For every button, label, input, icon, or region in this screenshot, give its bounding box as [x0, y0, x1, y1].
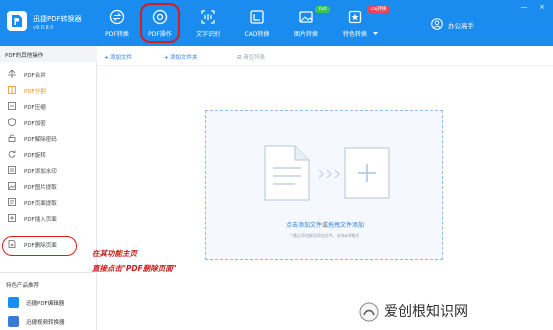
user-avatar-icon[interactable] [431, 18, 443, 30]
top-bar: 迅捷PDF转换器 v9.0.8.0 PDF转换 PDF操作 文字识别 CAD转换… [0, 0, 553, 46]
watermark-text: 爱创根知识网 [384, 304, 468, 320]
file-toolbar: +添加文件 +添加文件夹 ⊡清空列表 [97, 46, 553, 66]
video-converter-icon [8, 316, 19, 327]
sidebar-item-label: PDF合并 [24, 73, 46, 79]
nav-pdf-convert[interactable]: PDF转换 [94, 0, 140, 46]
sidebar-item-label: PDF图片提取 [24, 185, 57, 191]
sidebar-item-pdf-compress[interactable]: PDF压缩 [0, 98, 97, 114]
convert-icon [109, 9, 125, 25]
hot-badge: hot [315, 6, 331, 13]
sidebar-item-pdf-insert-page[interactable]: PDF插入页面 [0, 210, 97, 226]
drag-add-text: 拖拽文件添加 [328, 222, 365, 229]
sidebar-item-pdf-encrypt[interactable]: PDF加密 [0, 114, 97, 130]
watermark-icon [8, 166, 16, 174]
page-extract-icon [8, 198, 16, 206]
close-button[interactable]: × [537, 3, 547, 11]
file-transfer-illustration [264, 145, 390, 201]
recommend-item-video-converter[interactable]: 迅捷视频转换器 [0, 313, 97, 329]
feature-icon [348, 10, 362, 24]
clear-list-label: 清空列表 [243, 55, 266, 61]
cad-icon [250, 10, 264, 24]
sidebar-item-label: PDF压缩 [24, 105, 46, 111]
drop-zone-main-text: 点击添加文件或拖拽文件添加 [206, 220, 444, 229]
click-add-link[interactable]: 点击添加文件 [286, 222, 322, 229]
sidebar: PDF的其他操作 PDF合并 PDF分割 PDF压缩 PDF加密 PDF解除密码… [0, 46, 97, 330]
add-folder-label: 添加文件夹 [170, 55, 198, 61]
rotate-icon [8, 150, 16, 158]
sidebar-item-pdf-split[interactable]: PDF分割 [0, 82, 97, 98]
nav-label: 特色转换 [342, 31, 367, 38]
lock-icon [8, 118, 16, 126]
insert-page-icon [8, 214, 16, 222]
annotation-line-1: 在其功能主页 [92, 249, 137, 258]
sidebar-item-pdf-unlock[interactable]: PDF解除密码 [0, 130, 97, 146]
file-drop-zone[interactable]: 点击添加文件或拖拽文件添加 *通过添加按钮添加文件，支持pdf格式 [205, 110, 443, 260]
caj-badge: caj转换 [367, 6, 391, 13]
merge-icon [8, 70, 16, 78]
add-file-button[interactable]: +添加文件 [104, 53, 132, 61]
sidebar-item-pdf-rotate[interactable]: PDF旋转 [0, 146, 97, 162]
nav-cad[interactable]: CAD转换 [234, 0, 280, 46]
nav-ocr[interactable]: 文字识别 [185, 0, 231, 46]
add-folder-button[interactable]: +添加文件夹 [164, 53, 198, 61]
sidebar-item-pdf-page-extract[interactable]: PDF页面提取 [0, 194, 97, 210]
recommend-header: 特色产品推荐 [6, 283, 40, 289]
recommend-item-label: 迅捷视频转换器 [26, 320, 65, 326]
minimize-button[interactable]: — [519, 3, 529, 11]
sidebar-divider [0, 272, 97, 273]
image-icon [299, 11, 313, 23]
sidebar-item-label: PDF插入页面 [24, 217, 57, 223]
highlight-circle [140, 3, 180, 43]
highlight-oval [2, 236, 77, 256]
sidebar-item-label: PDF解除密码 [24, 137, 57, 143]
sidebar-item-label: PDF加密 [24, 121, 46, 127]
split-icon [8, 86, 16, 94]
sidebar-item-label: PDF页面提取 [24, 201, 57, 207]
sidebar-item-label: PDF分割 [24, 89, 46, 95]
chevron-down-icon [373, 32, 378, 35]
watermark-logo [359, 302, 379, 322]
clear-list-button[interactable]: ⊡清空列表 [237, 53, 265, 61]
pdf-editor-icon [8, 297, 19, 308]
unlock-icon [8, 134, 16, 142]
recommend-item-pdf-editor[interactable]: 迅捷PDF编辑器 [0, 294, 97, 310]
add-file-label: 添加文件 [110, 55, 133, 61]
compress-icon [8, 102, 16, 110]
app-logo [7, 11, 27, 31]
sidebar-item-pdf-merge[interactable]: PDF合并 [0, 66, 97, 82]
annotation-line-2: 直接点击"PDF删除页面" [92, 264, 177, 273]
sidebar-item-pdf-watermark[interactable]: PDF添加水印 [0, 162, 97, 178]
app-version: v9.0.8.0 [33, 25, 54, 31]
user-name[interactable]: 办公高手 [448, 20, 474, 30]
app-name: 迅捷PDF转换器 [33, 15, 82, 23]
drop-zone-hint: *通过添加按钮添加文件，支持pdf格式 [290, 233, 360, 238]
sidebar-header: PDF的其他操作 [0, 46, 97, 62]
recommend-item-label: 迅捷PDF编辑器 [26, 301, 65, 307]
image-extract-icon [8, 182, 16, 190]
ocr-icon [201, 10, 215, 24]
sidebar-item-pdf-image-extract[interactable]: PDF图片提取 [0, 178, 97, 194]
sidebar-item-label: PDF旋转 [24, 153, 46, 159]
sidebar-item-label: PDF添加水印 [24, 169, 57, 175]
